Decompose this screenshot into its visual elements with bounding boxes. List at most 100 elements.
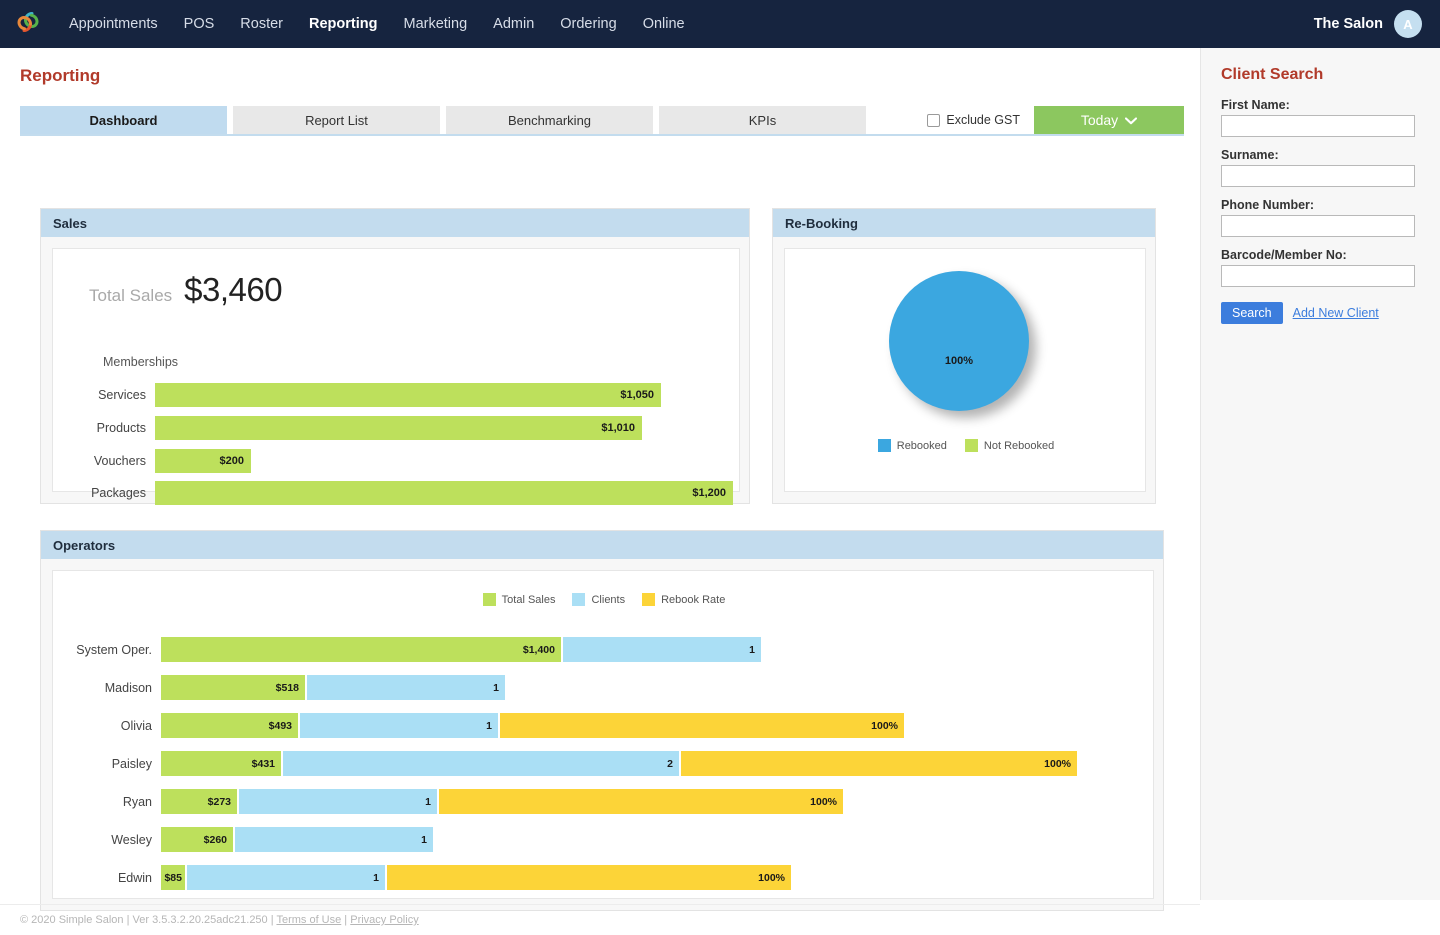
sales-bar-label-packages: Packages xyxy=(91,486,146,500)
legend-label-total-sales: Total Sales xyxy=(501,593,556,606)
footer-sep-2: | xyxy=(267,914,277,926)
nav-item-roster[interactable]: Roster xyxy=(227,0,296,48)
period-selector-button[interactable]: Today xyxy=(1034,106,1184,134)
operator-bar-rebook-rate-paisley: 100% xyxy=(681,751,1077,776)
sales-bar-label-services: Services xyxy=(98,388,146,402)
nav-item-pos[interactable]: POS xyxy=(171,0,228,48)
operator-row-paisley: Paisley $431 2 100% xyxy=(61,751,1079,776)
reporting-tabs: Dashboard Report List Benchmarking KPIs … xyxy=(20,106,1184,136)
client-search-title: Client Search xyxy=(1221,66,1324,83)
operator-bar-total-sales-olivia: $493 xyxy=(161,713,298,738)
operator-label-paisley: Paisley xyxy=(111,756,152,771)
period-selector-label: Today xyxy=(1080,112,1119,128)
rebooking-pie-chart: 100% Rebooked Not Rebooked xyxy=(785,249,1147,493)
sales-bar-vouchers: $200 xyxy=(155,449,251,473)
operator-bar-total-sales-paisley: $431 xyxy=(161,751,281,776)
operator-row-system-oper: System Oper. $1,400 1 xyxy=(61,637,763,662)
tab-benchmarking[interactable]: Benchmarking xyxy=(446,106,653,134)
total-sales-row: Total Sales $3,460 xyxy=(89,271,283,309)
operator-label-olivia: Olivia xyxy=(120,718,152,733)
footer-privacy-policy-link[interactable]: Privacy Policy xyxy=(350,914,418,926)
operator-bar-rebook-rate-ryan: 100% xyxy=(439,789,843,814)
avatar[interactable]: A xyxy=(1394,10,1422,38)
legend-swatch-rebook-rate xyxy=(642,593,656,606)
sales-bar-packages: $1,200 xyxy=(155,481,733,505)
legend-item-clients: Clients xyxy=(572,593,625,606)
first-name-field[interactable] xyxy=(1221,115,1415,137)
simple-salon-logo-icon xyxy=(13,7,43,42)
surname-field[interactable] xyxy=(1221,165,1415,187)
operator-bar-clients-madison: 1 xyxy=(307,675,505,700)
sales-chart-body: Total Sales $3,460 Memberships Services … xyxy=(52,248,740,505)
operator-bar-rebook-rate-edwin: 100% xyxy=(387,865,791,890)
legend-item-not-rebooked: Not Rebooked xyxy=(964,439,1055,452)
pie-slice-label: 100% xyxy=(944,355,974,367)
footer-copyright: © 2020 Simple Salon xyxy=(20,914,124,926)
legend-item-rebooked: Rebooked xyxy=(877,439,947,452)
total-sales-value: $3,460 xyxy=(184,271,283,308)
rebooking-legend: Rebooked Not Rebooked xyxy=(785,439,1147,452)
exclude-gst-control[interactable]: Exclude GST xyxy=(917,106,1034,134)
app-logo[interactable] xyxy=(0,0,56,48)
footer-terms-of-use-link[interactable]: Terms of Use xyxy=(276,914,341,926)
phone-number-field[interactable] xyxy=(1221,215,1415,237)
nav-item-ordering[interactable]: Ordering xyxy=(547,0,629,48)
pie-slice-rebooked[interactable] xyxy=(889,271,1029,411)
operator-bar-total-sales-madison: $518 xyxy=(161,675,305,700)
operator-bar-total-sales-wesley: $260 xyxy=(161,827,233,852)
surname-label: Surname: xyxy=(1221,148,1279,162)
tabs-spacer xyxy=(872,106,917,134)
sales-bar-label-products: Products xyxy=(96,421,146,435)
chevron-down-icon xyxy=(1125,112,1138,128)
operator-row-olivia: Olivia $493 1 100% xyxy=(61,713,906,738)
legend-item-rebook-rate: Rebook Rate xyxy=(642,593,725,606)
sales-bar-services: $1,050 xyxy=(155,383,661,407)
tab-report-list[interactable]: Report List xyxy=(233,106,440,134)
nav-item-reporting[interactable]: Reporting xyxy=(296,0,390,48)
legend-swatch-not-rebooked xyxy=(964,439,978,452)
client-search-actions: Search Add New Client xyxy=(1221,302,1420,324)
nav-items: Appointments POS Roster Reporting Market… xyxy=(56,0,698,48)
operator-bar-clients-olivia: 1 xyxy=(300,713,498,738)
memberships-series-label: Memberships xyxy=(103,355,179,369)
operators-panel: Operators Total Sales Clients Rebook Rat… xyxy=(40,530,1164,911)
sales-bar-row-packages: Packages $1,200 xyxy=(63,481,733,505)
sales-bar-products: $1,010 xyxy=(155,416,642,440)
exclude-gst-label: Exclude GST xyxy=(946,113,1020,127)
sales-bar-row-vouchers: Vouchers $200 xyxy=(63,449,251,473)
main-content: Reporting Dashboard Report List Benchmar… xyxy=(0,48,1200,926)
add-new-client-link[interactable]: Add New Client xyxy=(1293,306,1379,320)
legend-label-clients: Clients xyxy=(591,593,626,606)
nav-item-appointments[interactable]: Appointments xyxy=(56,0,171,48)
sales-bar-row-products: Products $1,010 xyxy=(63,416,642,440)
sales-bar-label-vouchers: Vouchers xyxy=(93,454,146,468)
barcode-member-no-label: Barcode/Member No: xyxy=(1221,248,1347,262)
operator-label-wesley: Wesley xyxy=(111,832,152,847)
operator-label-madison: Madison xyxy=(104,680,152,695)
operator-bar-clients-ryan: 1 xyxy=(239,789,437,814)
operators-chart-body: Total Sales Clients Rebook Rate System O… xyxy=(52,570,1154,899)
nav-item-admin[interactable]: Admin xyxy=(480,0,547,48)
operator-label-system-oper: System Oper. xyxy=(76,642,152,657)
legend-swatch-rebooked xyxy=(877,439,891,452)
nav-item-online[interactable]: Online xyxy=(630,0,698,48)
salon-name: The Salon xyxy=(1313,16,1383,32)
operator-bar-clients-paisley: 2 xyxy=(283,751,679,776)
legend-label-not-rebooked: Not Rebooked xyxy=(983,439,1055,452)
tab-dashboard[interactable]: Dashboard xyxy=(20,106,227,134)
footer-sep-3: | xyxy=(341,914,351,926)
sales-panel: Sales Total Sales $3,460 Memberships Ser… xyxy=(40,208,750,505)
search-button[interactable]: Search xyxy=(1221,302,1283,324)
legend-swatch-total-sales xyxy=(482,593,496,606)
operator-bar-rebook-rate-olivia: 100% xyxy=(500,713,904,738)
rebooking-panel-title: Re-Booking xyxy=(773,209,1155,237)
exclude-gst-checkbox[interactable] xyxy=(927,113,941,127)
nav-item-marketing[interactable]: Marketing xyxy=(390,0,480,48)
legend-swatch-clients xyxy=(572,593,586,606)
tab-kpis[interactable]: KPIs xyxy=(659,106,866,134)
rebooking-chart-body: 100% Rebooked Not Rebooked xyxy=(784,248,1146,492)
legend-label-rebook-rate: Rebook Rate xyxy=(661,593,726,606)
operator-row-wesley: Wesley $260 1 xyxy=(61,827,435,852)
barcode-member-no-field[interactable] xyxy=(1221,265,1415,287)
nav-right-group: The Salon A xyxy=(1314,10,1440,38)
